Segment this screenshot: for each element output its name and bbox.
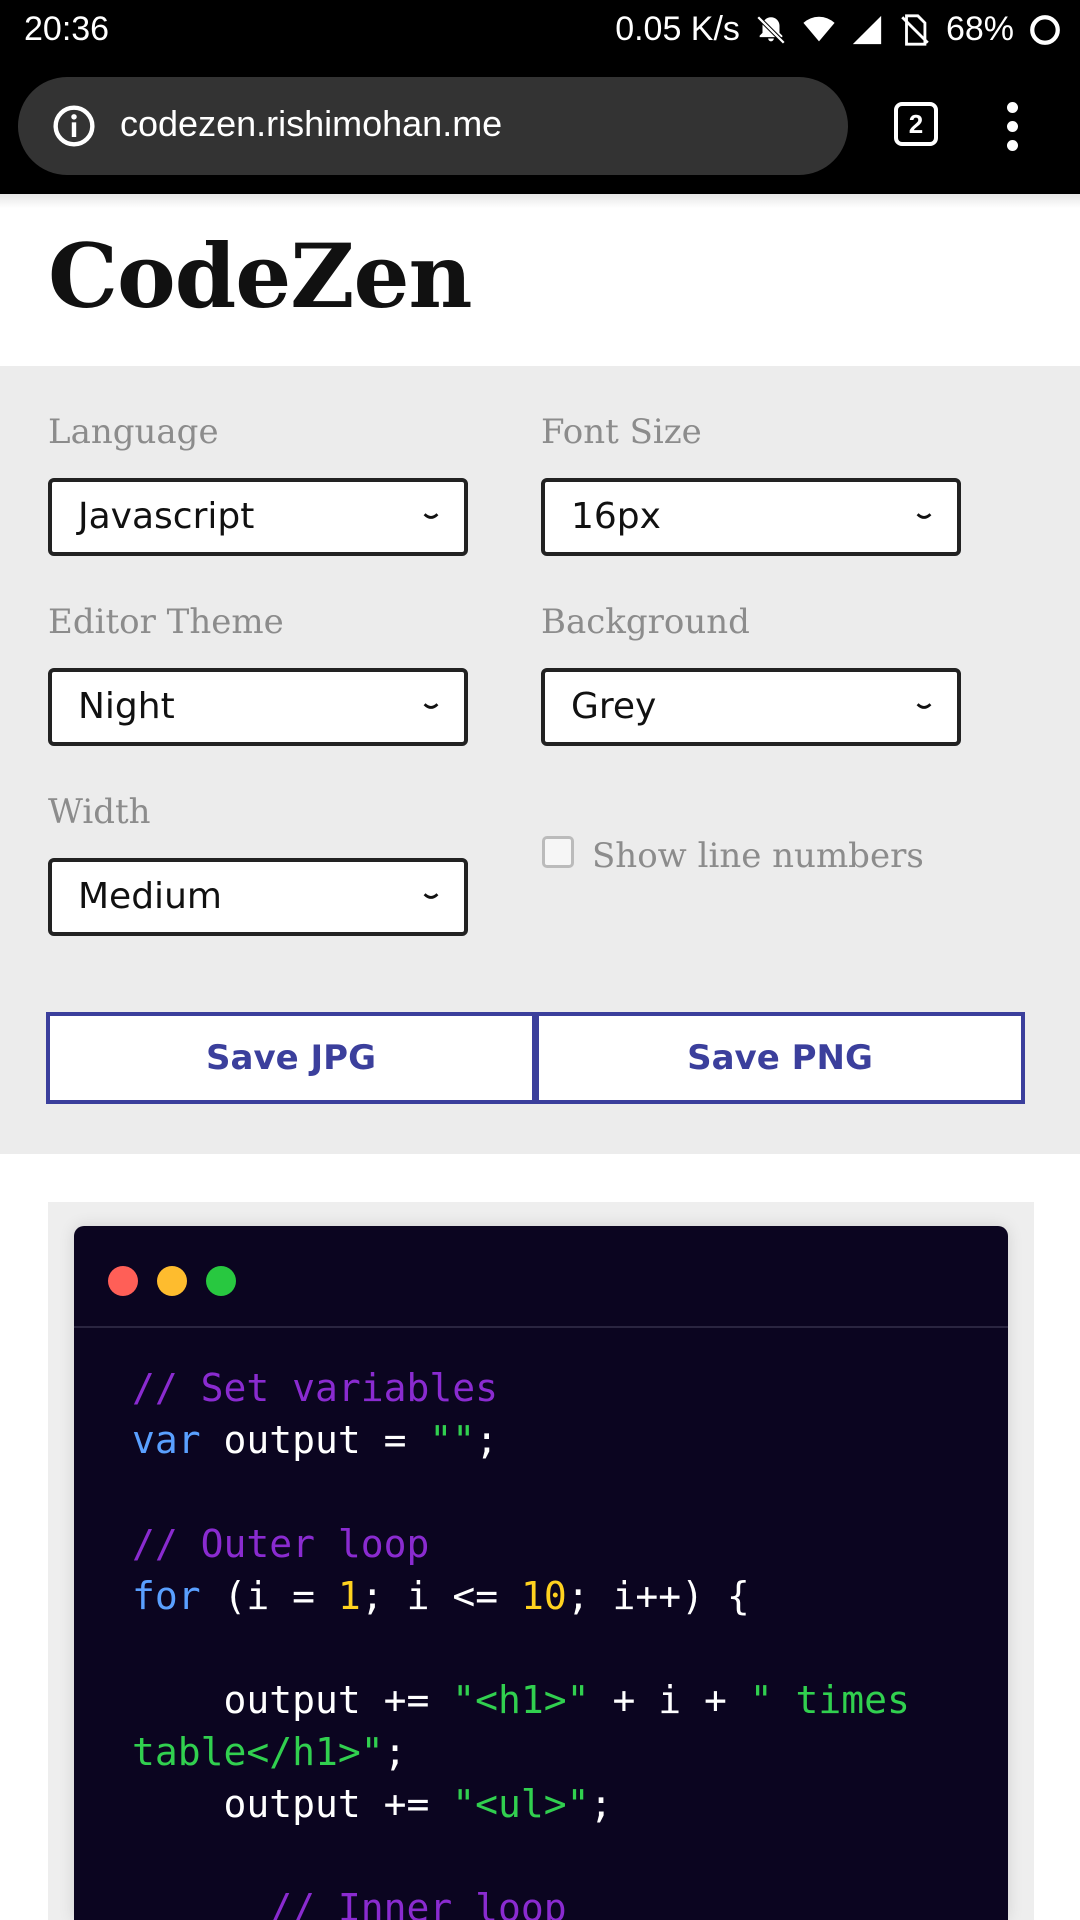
cell-signal-icon: [852, 15, 882, 44]
title-divider: [74, 1326, 1008, 1328]
code-line: var output = "";: [132, 1414, 982, 1466]
no-sim-icon: [901, 13, 929, 46]
code-line: // Outer loop: [132, 1518, 982, 1570]
chevron-down-icon: [916, 513, 932, 519]
code-token: ;: [383, 1730, 407, 1774]
chevron-down-icon: [916, 703, 932, 709]
width-label: Width: [48, 792, 151, 832]
background-label: Background: [541, 602, 750, 642]
code-token: 10: [520, 1574, 567, 1618]
status-time: 20:36: [24, 10, 110, 48]
code-token: "<ul>": [452, 1782, 590, 1826]
close-dot: [108, 1266, 138, 1296]
code-token: for: [132, 1574, 201, 1618]
wifi-icon: [803, 16, 835, 41]
chevron-down-icon: [423, 703, 439, 709]
code-token: output =: [200, 1418, 430, 1462]
code-token: ; i <=: [360, 1574, 521, 1618]
background-value: Grey: [571, 686, 657, 727]
tab-switcher-button[interactable]: 2: [894, 102, 938, 146]
mute-notifications-icon: [756, 15, 786, 44]
settings-panel: Language Javascript Font Size 16px Edito…: [0, 366, 1080, 1154]
save-jpg-button[interactable]: Save JPG: [46, 1012, 536, 1104]
battery-percent: 68%: [945, 10, 1014, 48]
code-line: for (i = 1; i <= 10; i++) {: [132, 1570, 982, 1622]
code-token: (i =: [200, 1574, 338, 1618]
code-token: 1: [337, 1574, 361, 1618]
code-token: ;: [589, 1782, 613, 1826]
code-token: "<h1>": [452, 1678, 590, 1722]
overflow-menu-icon[interactable]: [998, 102, 1026, 152]
code-token: // Outer loop: [132, 1522, 430, 1566]
battery-saver-icon: [1030, 14, 1060, 45]
code-line: output += "<h1>" + i + " times: [132, 1674, 982, 1726]
code-token: "": [429, 1418, 476, 1462]
code-line: table</h1>";: [132, 1726, 982, 1778]
page-title: CodeZen: [48, 224, 472, 328]
language-label: Language: [48, 412, 219, 452]
chevron-down-icon: [423, 513, 439, 519]
width-select[interactable]: Medium: [48, 858, 468, 936]
status-bar: 20:36 0.05 K/s 68%: [0, 0, 1080, 60]
chevron-down-icon: [423, 893, 439, 899]
page-header: CodeZen: [0, 194, 1080, 366]
code-token: ; i++) {: [566, 1574, 750, 1618]
code-token: ;: [475, 1418, 499, 1462]
info-icon[interactable]: [52, 104, 96, 148]
code-line: // Set variables: [132, 1362, 982, 1414]
code-line: output += "<ul>";: [132, 1778, 982, 1830]
font-size-select[interactable]: 16px: [541, 478, 961, 556]
font-size-label: Font Size: [541, 412, 702, 452]
background-select[interactable]: Grey: [541, 668, 961, 746]
minimize-dot: [157, 1266, 187, 1296]
line-numbers-label[interactable]: Show line numbers: [592, 836, 924, 876]
code-window: // Set variables var output = "";// Outer…: [74, 1226, 1008, 1920]
font-size-value: 16px: [571, 496, 661, 537]
code-token: table</h1>": [132, 1730, 384, 1774]
maximize-dot: [206, 1266, 236, 1296]
code-editor[interactable]: // Set variables var output = "";// Outer…: [132, 1362, 982, 1920]
language-value: Javascript: [78, 496, 255, 537]
code-line: // Inner loop: [132, 1882, 982, 1920]
code-token: var: [132, 1418, 201, 1462]
address-bar[interactable]: codezen.rishimohan.me: [18, 77, 848, 175]
code-token: // Set variables: [132, 1366, 499, 1410]
line-numbers-checkbox[interactable]: [542, 836, 574, 868]
editor-theme-value: Night: [78, 686, 175, 727]
save-png-button[interactable]: Save PNG: [535, 1012, 1025, 1104]
code-token: // Inner loop: [132, 1886, 567, 1920]
browser-toolbar: codezen.rishimohan.me 2: [0, 60, 1080, 194]
width-value: Medium: [78, 876, 222, 917]
code-token: output +=: [132, 1678, 453, 1722]
editor-theme-select[interactable]: Night: [48, 668, 468, 746]
network-speed: 0.05 K/s: [615, 10, 740, 48]
editor-theme-label: Editor Theme: [48, 602, 284, 642]
status-icons: 0.05 K/s 68%: [615, 10, 1062, 49]
code-token: output +=: [132, 1782, 453, 1826]
code-token: + i +: [589, 1678, 750, 1722]
code-token: " times: [749, 1678, 910, 1722]
language-select[interactable]: Javascript: [48, 478, 468, 556]
url-text[interactable]: codezen.rishimohan.me: [120, 103, 502, 145]
